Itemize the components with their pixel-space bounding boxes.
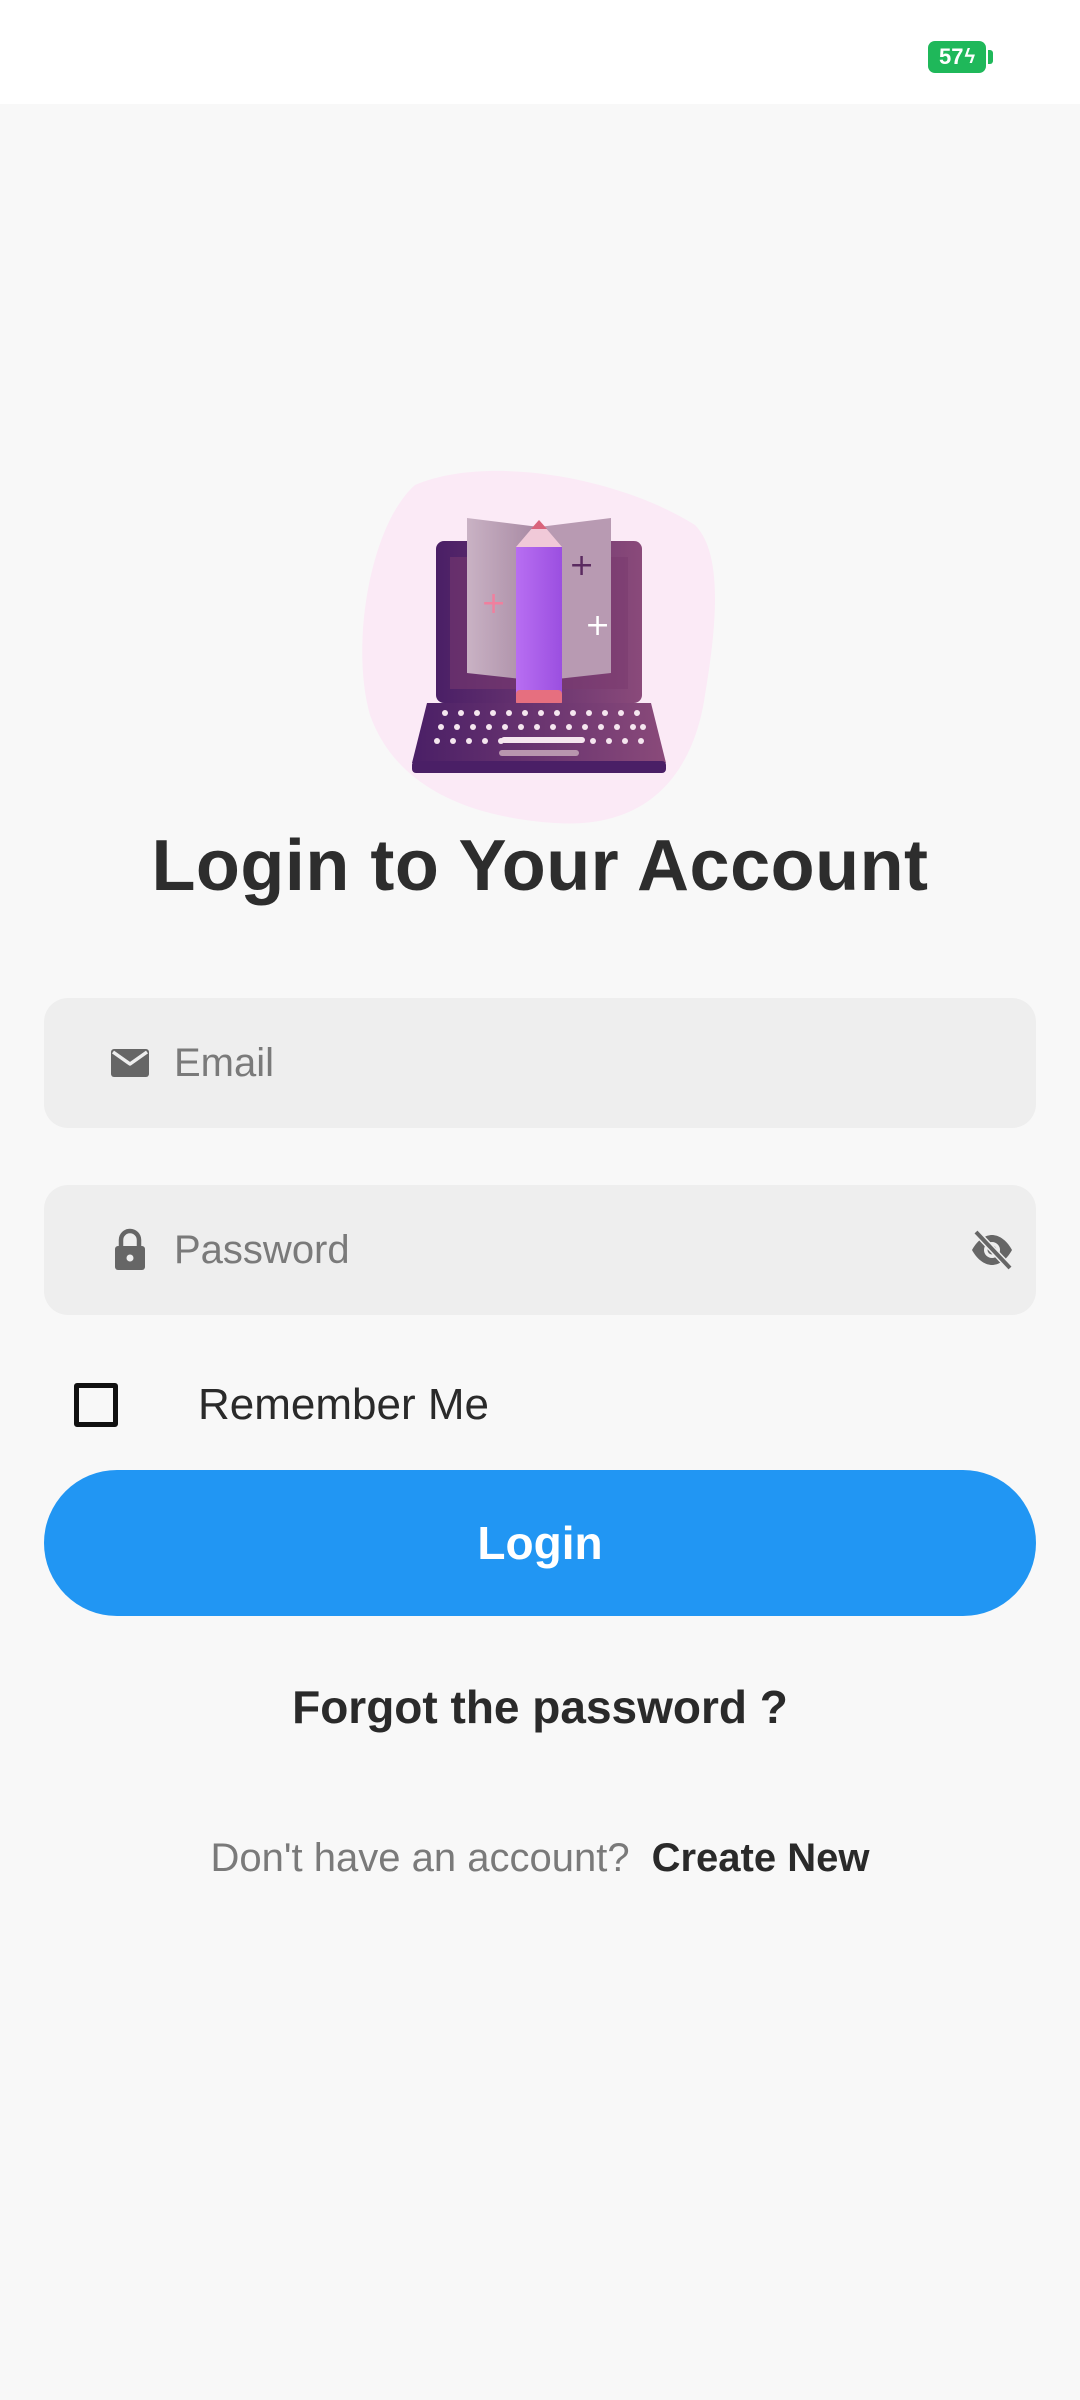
signup-row: Don't have an account? Create New	[0, 1836, 1080, 1881]
remember-me-label: Remember Me	[198, 1380, 489, 1429]
battery-indicator: 57 ϟ	[928, 41, 986, 73]
password-input[interactable]	[174, 1185, 954, 1315]
svg-text:+: +	[585, 608, 610, 643]
email-icon	[111, 1049, 149, 1077]
password-field[interactable]	[44, 1185, 1036, 1315]
svg-text:+: +	[569, 548, 594, 583]
battery-level: 57	[938, 44, 964, 69]
email-input[interactable]	[174, 998, 954, 1128]
lock-icon	[115, 1228, 145, 1270]
charging-bolt-icon: ϟ	[964, 45, 976, 68]
forgot-password-link[interactable]: Forgot the password ?	[0, 1680, 1080, 1734]
laptop-book-pencil-illustration: + + +	[362, 470, 715, 824]
status-bar: 57 ϟ	[0, 0, 1080, 104]
create-new-link[interactable]: Create New	[652, 1836, 870, 1880]
page-title: Login to Your Account	[151, 826, 929, 906]
remember-me-checkbox[interactable]	[74, 1383, 118, 1427]
remember-me-row[interactable]: Remember Me	[74, 1378, 489, 1432]
svg-text:+: +	[481, 586, 506, 621]
login-button[interactable]: Login	[44, 1470, 1036, 1616]
battery-tip	[988, 50, 993, 64]
email-field[interactable]	[44, 998, 1036, 1128]
signup-prompt: Don't have an account?	[210, 1836, 630, 1880]
eye-off-icon[interactable]	[968, 1226, 1016, 1274]
